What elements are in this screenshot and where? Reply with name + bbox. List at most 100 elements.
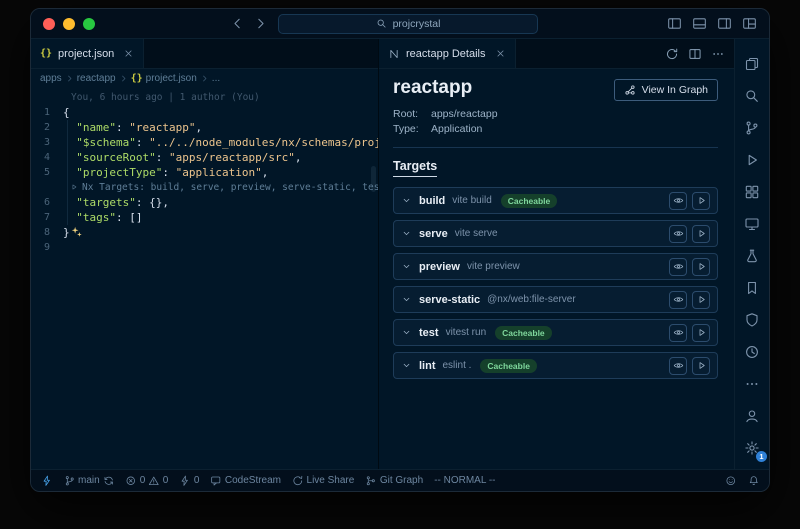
error-icon xyxy=(125,475,137,487)
command-center[interactable]: projcrystal xyxy=(278,14,538,34)
chevron-down-icon[interactable] xyxy=(401,195,412,206)
target-build-view-button[interactable] xyxy=(669,192,687,210)
target-preview-view-button[interactable] xyxy=(669,258,687,276)
activitybar-more-views[interactable] xyxy=(739,369,765,399)
target-build-run-button[interactable] xyxy=(692,192,710,210)
tab-reactapp-details[interactable]: reactapp Details xyxy=(379,39,516,68)
chevron-down-icon[interactable] xyxy=(401,261,412,272)
chevron-down-icon[interactable] xyxy=(401,327,412,338)
back-button[interactable] xyxy=(230,16,245,31)
target-name: build xyxy=(419,195,445,207)
target-name: serve-static xyxy=(419,294,480,306)
breadcrumb-item-project-json[interactable]: {}project.json xyxy=(131,73,197,84)
toggle-secondary-sidebar-button[interactable] xyxy=(717,16,732,31)
target-serve-view-button[interactable] xyxy=(669,225,687,243)
view-in-graph-button[interactable]: View In Graph xyxy=(614,79,718,101)
status-notifications[interactable] xyxy=(748,475,760,487)
source-control-icon xyxy=(744,120,760,136)
timeline-icon xyxy=(744,344,760,360)
status-problems[interactable]: 00 xyxy=(125,475,168,487)
activitybar-timeline[interactable] xyxy=(739,337,765,367)
breadcrumb-item-reactapp[interactable]: reactapp xyxy=(77,73,116,84)
activitybar-extensions[interactable] xyxy=(739,177,765,207)
activity-bar-top xyxy=(739,49,765,401)
status-vim-mode[interactable]: -- NORMAL -- xyxy=(434,475,495,486)
toggle-primary-sidebar-button[interactable] xyxy=(667,16,682,31)
chevron-down-icon[interactable] xyxy=(401,228,412,239)
line-number: 9 xyxy=(31,240,57,255)
close-tab-icon[interactable] xyxy=(123,48,134,59)
target-preview-run-button[interactable] xyxy=(692,258,710,276)
targets-heading: Targets xyxy=(393,157,718,177)
activitybar-nx-console[interactable] xyxy=(739,305,765,335)
eye-icon xyxy=(673,261,684,272)
close-button[interactable] xyxy=(43,18,55,30)
status-bolt-counter[interactable]: 0 xyxy=(179,475,199,487)
activitybar-run-debug[interactable] xyxy=(739,145,765,175)
target-name: lint xyxy=(419,360,436,372)
breadcrumb-item--[interactable]: ... xyxy=(212,73,220,84)
graph-icon xyxy=(624,84,636,96)
workbench: {} project.json apps reactapp {}project.js… xyxy=(31,39,769,469)
activitybar-remote-explorer[interactable] xyxy=(739,209,765,239)
zoom-button[interactable] xyxy=(83,18,95,30)
more-views-icon xyxy=(744,376,760,392)
nx-icon xyxy=(388,48,400,60)
target-serve-static-run-button[interactable] xyxy=(692,291,710,309)
target-command: vite serve xyxy=(455,228,498,239)
nx-targets-codelens[interactable]: Nx Targets: build, serve, preview, serve… xyxy=(82,182,378,193)
more-actions-button[interactable] xyxy=(711,47,725,61)
codestream-icon xyxy=(210,475,222,487)
target-lint-run-button[interactable] xyxy=(692,357,710,375)
status-remote-indicator[interactable] xyxy=(41,475,53,487)
chevron-down-icon[interactable] xyxy=(401,360,412,371)
chevron-right-icon xyxy=(119,74,128,83)
editor-scrollbar[interactable] xyxy=(371,166,376,192)
status-codestream[interactable]: CodeStream xyxy=(210,475,281,487)
line-number: 3 xyxy=(31,135,57,150)
status-feedback[interactable] xyxy=(725,475,737,487)
target-test-run-button[interactable] xyxy=(692,324,710,342)
liveshare-icon xyxy=(292,475,304,487)
code-line: 9 xyxy=(31,240,378,255)
target-name: serve xyxy=(419,228,448,240)
search-icon xyxy=(744,88,760,104)
nav-buttons xyxy=(230,16,268,31)
customize-layout-button[interactable] xyxy=(742,16,757,31)
activitybar-source-control[interactable] xyxy=(739,113,765,143)
breadcrumb-item-apps[interactable]: apps xyxy=(40,73,62,84)
split-editor-button[interactable] xyxy=(688,47,702,61)
status-bar-left: main000CodeStreamLive ShareGit Graph-- N… xyxy=(41,475,495,487)
status-git-branch[interactable]: main xyxy=(64,475,115,487)
play-icon xyxy=(696,228,707,239)
forward-button[interactable] xyxy=(253,16,268,31)
explorer-icon xyxy=(744,56,760,72)
testing-icon xyxy=(744,248,760,264)
target-serve-static-view-button[interactable] xyxy=(669,291,687,309)
refresh-button[interactable] xyxy=(665,47,679,61)
status-git-graph[interactable]: Git Graph xyxy=(365,475,423,487)
activitybar-explorer[interactable] xyxy=(739,49,765,79)
meta-root: Root:apps/reactapp xyxy=(393,107,718,122)
toggle-panel-button[interactable] xyxy=(692,16,707,31)
close-tab-icon[interactable] xyxy=(495,48,506,59)
remote-explorer-icon xyxy=(744,216,760,232)
minimize-button[interactable] xyxy=(63,18,75,30)
warning-icon xyxy=(148,475,160,487)
status-live-share[interactable]: Live Share xyxy=(292,475,354,487)
target-serve-run-button[interactable] xyxy=(692,225,710,243)
code-line: 8} xyxy=(31,225,378,240)
target-test-view-button[interactable] xyxy=(669,324,687,342)
right-tabbar: reactapp Details xyxy=(379,39,734,69)
chevron-down-icon[interactable] xyxy=(401,294,412,305)
tab-project-json[interactable]: {} project.json xyxy=(31,39,144,68)
activitybar-bookmarks[interactable] xyxy=(739,273,765,303)
target-lint-view-button[interactable] xyxy=(669,357,687,375)
activitybar-accounts[interactable] xyxy=(739,401,765,431)
eye-icon xyxy=(673,360,684,371)
activitybar-testing[interactable] xyxy=(739,241,765,271)
activitybar-search[interactable] xyxy=(739,81,765,111)
code-editor[interactable]: You, 6 hours ago | 1 author (You)1{2 "na… xyxy=(31,88,378,469)
activitybar-manage[interactable]: 1 xyxy=(739,433,765,463)
target-command: vite build xyxy=(452,195,491,206)
